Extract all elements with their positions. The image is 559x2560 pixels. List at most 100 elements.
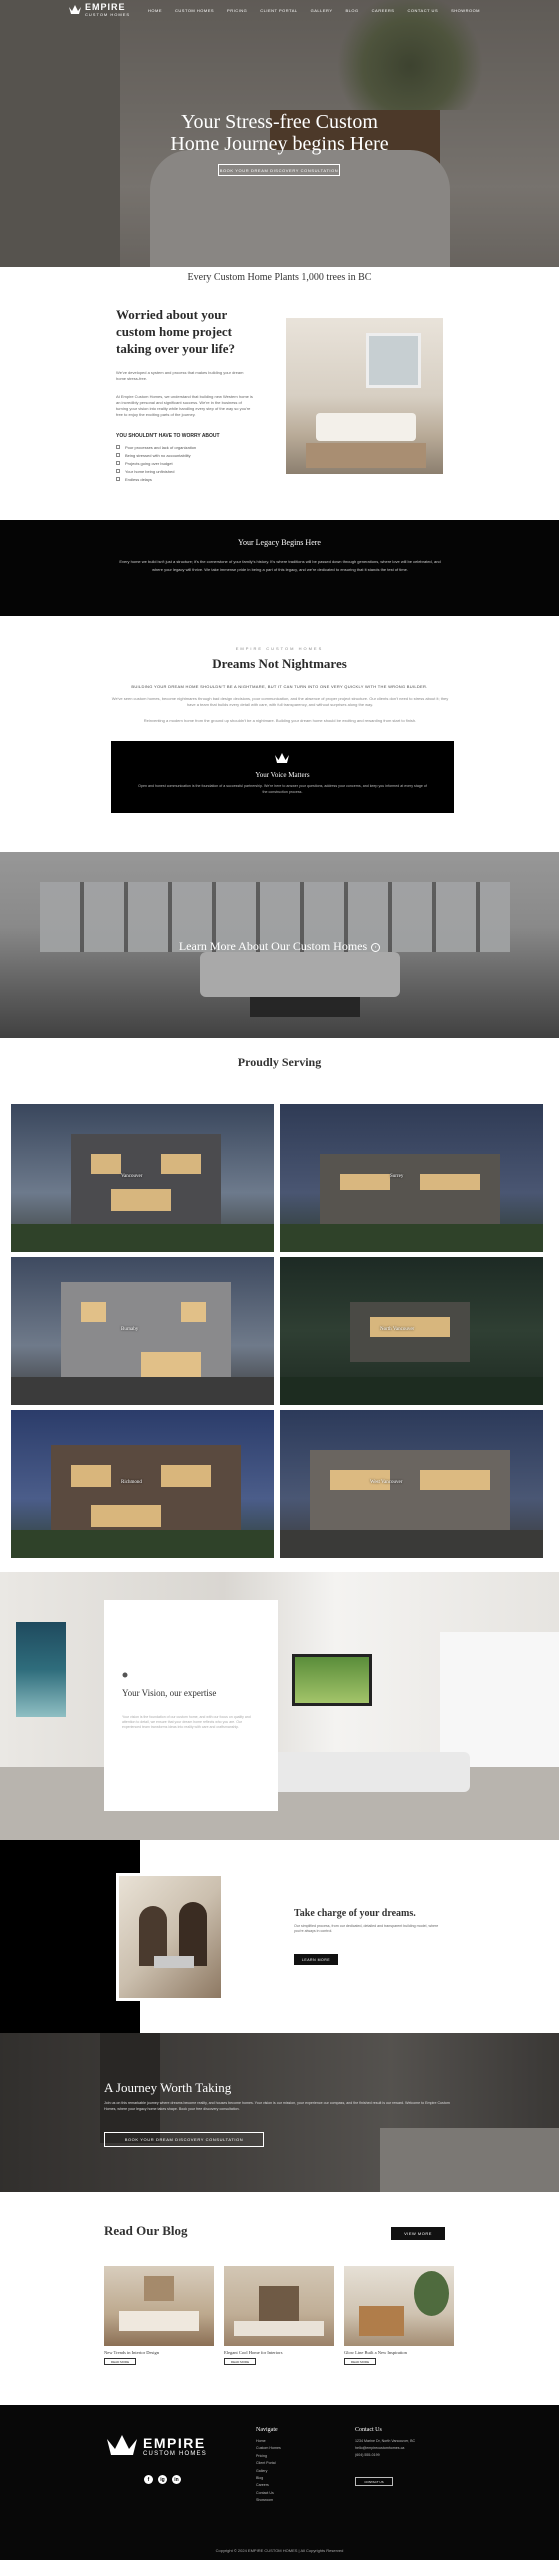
- footer-link[interactable]: Showroom: [256, 2498, 281, 2505]
- checkbox-icon: [116, 461, 120, 465]
- contact-phone[interactable]: (604) 555-0199: [355, 2453, 415, 2460]
- list-item: Poor processes and lack of organization: [116, 443, 256, 451]
- city-card-surrey[interactable]: Surrey: [280, 1104, 543, 1252]
- voice-title: Your Voice Matters: [255, 771, 310, 779]
- read-more-button[interactable]: Read More: [104, 2358, 136, 2365]
- city-label: Richmond: [121, 1480, 142, 1485]
- footer-link[interactable]: Careers: [256, 2483, 281, 2490]
- journey-cta-button[interactable]: Book Your Dream Discovery Consultation: [104, 2132, 264, 2147]
- contact-address: 1234 Marine Dr, North Vancouver, BC: [355, 2439, 416, 2443]
- worry-list: Poor processes and lack of organization …: [116, 443, 256, 483]
- footer-link[interactable]: Home: [256, 2439, 281, 2446]
- city-label: North Vancouver: [380, 1327, 415, 1332]
- arrow-circle-icon: ›: [371, 942, 381, 952]
- blog-post-image: [344, 2266, 454, 2346]
- city-label: Burnaby: [121, 1327, 139, 1332]
- vision-text: Your vision is the foundation of our cus…: [122, 1715, 251, 1729]
- blog-post-image: [104, 2266, 214, 2346]
- city-card-burnaby[interactable]: Burnaby: [11, 1257, 274, 1405]
- learn-more-link[interactable]: Learn More About Our Custom Homes ›: [0, 939, 559, 954]
- footer-contact-button[interactable]: Contact Us: [355, 2477, 393, 2486]
- dreams-kicker: Empire Custom Homes: [235, 646, 324, 651]
- list-item: Endless delays: [116, 475, 256, 483]
- blog-post-card[interactable]: New Trends in Interior Design Read More: [104, 2266, 214, 2365]
- worried-subheading: YOU SHOULDN'T HAVE TO WORRY ABOUT: [116, 433, 220, 439]
- take-charge-title: Take charge of your dreams.: [294, 1908, 416, 1919]
- nav-showroom[interactable]: Showroom: [451, 8, 480, 13]
- blog-post-card[interactable]: Glow Line Built a New Inspiration Read M…: [344, 2266, 454, 2365]
- dreams-paragraph-2: Reinventing a modern home from the groun…: [143, 718, 417, 723]
- legacy-section: Your Legacy Begins Here Every home we bu…: [0, 520, 559, 616]
- crown-icon: [275, 753, 289, 763]
- nav-gallery[interactable]: Gallery: [311, 8, 333, 13]
- journey-title: A Journey Worth Taking: [104, 2080, 232, 2095]
- checkbox-icon: [116, 453, 120, 457]
- footer-nav: Home Custom Homes Pricing Client Portal …: [256, 2439, 281, 2506]
- worried-paragraph-2: At Empire Custom Homes, we understand th…: [116, 394, 253, 417]
- serving-title: Proudly Serving: [237, 1055, 322, 1069]
- blog-post-title: New Trends in Interior Design: [104, 2350, 159, 2355]
- footer-contact: 1234 Marine Dr, North Vancouver, BC hell…: [355, 2439, 415, 2460]
- checkbox-icon: [116, 477, 120, 481]
- instagram-icon[interactable]: ig: [158, 2475, 167, 2484]
- blog-title: Read Our Blog: [104, 2223, 188, 2238]
- top-nav: EMPIRE CUSTOM HOMES Home Custom Homes Pr…: [0, 0, 559, 22]
- blog-post-image: [224, 2266, 334, 2346]
- footer-link[interactable]: Contact Us: [256, 2491, 281, 2498]
- living-room-image: [286, 318, 443, 474]
- footer-contact-heading: Contact Us: [355, 2427, 382, 2433]
- footer-link[interactable]: Custom Homes: [256, 2446, 281, 2453]
- learn-more-section[interactable]: Learn More About Our Custom Homes ›: [0, 852, 559, 1038]
- list-item: Your home being unfinished: [116, 467, 256, 475]
- worried-paragraph-1: We've developed a system and process tha…: [116, 370, 244, 381]
- dreams-paragraph-1: We've seen custom homes, become nightmar…: [111, 696, 449, 707]
- legacy-title: Your Legacy Begins Here: [238, 538, 321, 547]
- nav-blog[interactable]: Blog: [346, 8, 359, 13]
- city-card-north-vancouver[interactable]: North Vancouver: [280, 1257, 543, 1405]
- nav-pricing[interactable]: Pricing: [227, 8, 247, 13]
- brand-logo[interactable]: EMPIRE CUSTOM HOMES: [69, 3, 130, 18]
- journey-text: Join us on this remarkable journey where…: [104, 2101, 450, 2111]
- city-card-vancouver[interactable]: Vancouver: [11, 1104, 274, 1252]
- wall-art-image: [16, 1622, 66, 1717]
- footer-link[interactable]: Gallery: [256, 2469, 281, 2476]
- city-card-west-vancouver[interactable]: West Vancouver: [280, 1410, 543, 1558]
- trees-banner: Every Custom Home Plants 1,000 trees in …: [187, 272, 372, 283]
- blog-post-card[interactable]: Elegant Cool Home for Interiors Read Mor…: [224, 2266, 334, 2365]
- contact-email[interactable]: hello@empirecustomhomes.ca: [355, 2446, 415, 2453]
- footer-logo[interactable]: EMPIRE CUSTOM HOMES: [107, 2435, 206, 2460]
- consultation-image: [116, 1873, 224, 2001]
- read-more-button[interactable]: Read More: [344, 2358, 376, 2365]
- nav-client-portal[interactable]: Client Portal: [260, 8, 297, 13]
- hero-section: EMPIRE CUSTOM HOMES Home Custom Homes Pr…: [0, 0, 559, 267]
- nav-custom-homes[interactable]: Custom Homes: [175, 8, 214, 13]
- city-card-richmond[interactable]: Richmond: [11, 1410, 274, 1558]
- take-charge-text: Our simplified process, from our dedicat…: [294, 1924, 439, 1933]
- footer-link[interactable]: Pricing: [256, 2454, 281, 2461]
- footer-link[interactable]: Client Portal: [256, 2461, 281, 2468]
- blog-post-title: Glow Line Built a New Inspiration: [344, 2350, 407, 2355]
- city-label: Vancouver: [121, 1174, 143, 1179]
- journey-section: A Journey Worth Taking Join us on this r…: [0, 2033, 559, 2192]
- list-item: Projects going over budget: [116, 459, 256, 467]
- facebook-icon[interactable]: f: [144, 2475, 153, 2484]
- take-charge-button[interactable]: Learn More: [294, 1954, 338, 1965]
- blog-post-title: Elegant Cool Home for Interiors: [224, 2350, 283, 2355]
- hero-cta-button[interactable]: Book Your Dream Discovery Consultation: [218, 164, 340, 176]
- view-more-button[interactable]: View More: [391, 2227, 445, 2240]
- city-label: West Vancouver: [370, 1480, 403, 1485]
- vision-section: [0, 1572, 559, 1840]
- footer-link[interactable]: Blog: [256, 2476, 281, 2483]
- nav-links: Home Custom Homes Pricing Client Portal …: [148, 8, 493, 13]
- dreams-lead: BUILDING YOUR DREAM HOME SHOULDN'T BE A …: [131, 684, 428, 689]
- linkedin-icon[interactable]: in: [172, 2475, 181, 2484]
- crown-icon: [107, 2435, 137, 2455]
- footer: EMPIRE CUSTOM HOMES f ig in Navigate Hom…: [0, 2405, 559, 2560]
- vision-card: Your Vision, our expertise Your vision i…: [104, 1600, 278, 1811]
- read-more-button[interactable]: Read More: [224, 2358, 256, 2365]
- nav-home[interactable]: Home: [148, 8, 162, 13]
- legacy-text: Every home we build isn't just a structu…: [119, 559, 441, 572]
- nav-contact[interactable]: Contact Us: [407, 8, 438, 13]
- nav-careers[interactable]: Careers: [372, 8, 395, 13]
- crown-icon: [122, 1672, 128, 1678]
